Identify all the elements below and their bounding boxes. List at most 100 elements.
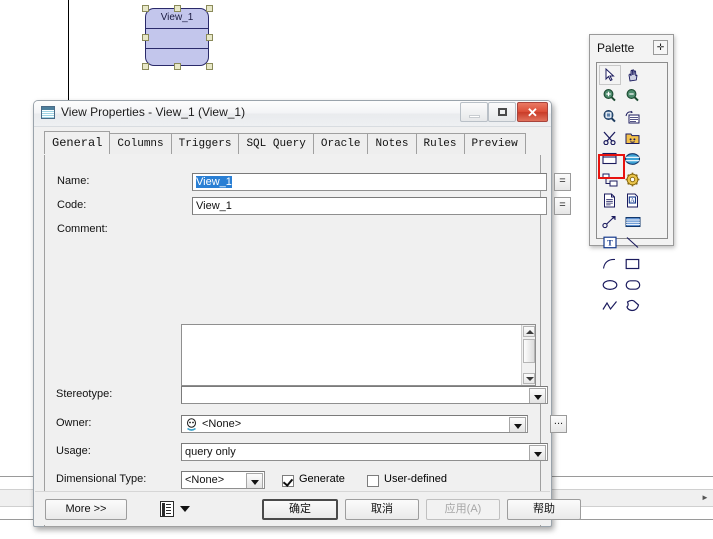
dialog-titlebar[interactable]: View Properties - View_1 (View_1) ✕ <box>34 101 551 127</box>
scroll-down-arrow-icon[interactable] <box>523 373 535 384</box>
stereotype-combo[interactable] <box>181 386 548 404</box>
selection-handle[interactable] <box>142 34 149 41</box>
procedure-gear-tool-icon[interactable] <box>621 169 644 190</box>
polyline-tool-icon[interactable] <box>598 295 621 316</box>
svg-text:A: A <box>630 198 635 204</box>
help-button[interactable]: 帮助 <box>507 499 581 520</box>
owner-browse-button[interactable]: ... <box>550 415 567 433</box>
comment-textarea[interactable] <box>181 324 536 386</box>
reference-tool-icon[interactable] <box>598 169 621 190</box>
usage-combo[interactable]: query only <box>181 443 548 461</box>
rounded-rect-tool-icon[interactable] <box>621 274 644 295</box>
view-symbol-view_1[interactable]: View_1 <box>145 8 209 66</box>
tab-general[interactable]: General <box>44 131 111 154</box>
apply-button: 应用(A) <box>426 499 500 520</box>
comment-label: Comment: <box>57 223 108 235</box>
list-menu-icon[interactable] <box>160 501 174 517</box>
field-row-stereotype: Stereotype: <box>56 386 548 404</box>
palette-title: Palette <box>597 41 635 55</box>
pointer-tool-icon[interactable] <box>598 64 621 85</box>
more-button[interactable]: More >> <box>45 499 127 520</box>
name-label: Name: <box>57 175 90 187</box>
dialog-tabstrip[interactable]: General Columns Triggers SQL Query Oracl… <box>44 131 541 155</box>
zoom-out-tool-icon[interactable] <box>621 85 644 106</box>
note-tool-icon[interactable]: A <box>621 190 644 211</box>
user-defined-label: User-defined <box>384 473 447 485</box>
selection-handle[interactable] <box>174 5 181 12</box>
arc-tool-icon[interactable] <box>598 253 621 274</box>
tab-preview[interactable]: Preview <box>463 133 526 154</box>
dimensional-type-label: Dimensional Type: <box>56 473 147 485</box>
owner-chevron-down-icon[interactable] <box>509 417 526 432</box>
tab-columns[interactable]: Columns <box>109 133 172 154</box>
zoom-fit-tool-icon[interactable] <box>598 106 621 127</box>
name-equals-button[interactable]: = <box>554 173 571 191</box>
dimensional-type-combo[interactable]: <None> <box>181 471 265 489</box>
selection-handle[interactable] <box>206 34 213 41</box>
palette-panel[interactable]: Palette ✛ A T <box>589 34 674 312</box>
view-tool-icon[interactable] <box>621 148 644 169</box>
dialog-footer: More >> 确定 取消 应用(A) 帮助 <box>35 491 581 525</box>
code-label: Code: <box>57 199 87 211</box>
usage-chevron-down-icon[interactable] <box>529 445 546 460</box>
file-tool-icon[interactable] <box>598 190 621 211</box>
zoom-in-tool-icon[interactable] <box>598 85 621 106</box>
owner-combo[interactable]: <None> <box>181 415 528 433</box>
palette-tool-grid[interactable]: A T <box>596 62 668 312</box>
dimensional-type-chevron-down-icon[interactable] <box>246 473 263 488</box>
package-tool-icon[interactable] <box>621 127 644 148</box>
view-table-icon <box>41 106 55 119</box>
tab-oracle[interactable]: Oracle <box>312 133 369 154</box>
tab-triggers[interactable]: Triggers <box>170 133 240 154</box>
stereotype-label: Stereotype: <box>56 388 113 400</box>
cancel-button[interactable]: 取消 <box>345 499 419 520</box>
selection-handle[interactable] <box>174 63 181 70</box>
selection-handle[interactable] <box>206 5 213 12</box>
field-row-dimensional-type: Dimensional Type: <None> Generate User-d… <box>56 471 541 489</box>
user-defined-checkbox[interactable] <box>367 475 379 487</box>
name-input-value: View_1 <box>196 176 232 188</box>
view-properties-dialog[interactable]: View Properties - View_1 (View_1) ✕ Gene… <box>33 100 581 527</box>
name-input[interactable]: View_1 <box>192 173 547 191</box>
cut-tool-icon[interactable] <box>598 127 621 148</box>
owner-label: Owner: <box>56 417 92 429</box>
list-tool-icon[interactable] <box>621 211 644 232</box>
link-tool-icon[interactable] <box>598 211 621 232</box>
dialog-title: View Properties - View_1 (View_1) <box>61 105 246 119</box>
selection-handle[interactable] <box>142 5 149 12</box>
menu-chevron-down-icon[interactable] <box>180 506 190 512</box>
text-tool-icon[interactable]: T <box>598 232 621 253</box>
tab-rules[interactable]: Rules <box>415 133 465 154</box>
rectangle-tool-icon[interactable] <box>621 253 644 274</box>
field-row-comment: Comment: <box>57 221 530 239</box>
code-input[interactable]: View_1 <box>192 197 547 215</box>
scroll-up-arrow-icon[interactable] <box>523 326 535 337</box>
tab-notes[interactable]: Notes <box>367 133 417 154</box>
owner-value: <None> <box>202 418 242 430</box>
connector-line <box>68 0 69 101</box>
comment-scrollbar[interactable] <box>521 325 535 385</box>
selection-handle[interactable] <box>142 63 149 70</box>
minimize-button[interactable] <box>460 102 488 122</box>
grabber-hand-tool-icon[interactable] <box>621 64 644 85</box>
code-equals-button[interactable]: = <box>554 197 571 215</box>
generate-checkbox[interactable] <box>282 475 294 487</box>
field-row-owner: Owner: <None> ... <box>56 415 567 433</box>
ok-button[interactable]: 确定 <box>262 499 338 520</box>
field-row-usage: Usage: query only <box>56 443 548 461</box>
polygon-tool-icon[interactable] <box>621 295 644 316</box>
table-tool-icon[interactable] <box>598 148 621 169</box>
user-owner-icon <box>187 418 196 431</box>
palette-close-icon[interactable]: ✛ <box>653 40 668 55</box>
line-tool-icon[interactable] <box>621 232 644 253</box>
ellipse-tool-icon[interactable] <box>598 274 621 295</box>
tab-sql-query[interactable]: SQL Query <box>238 133 314 154</box>
close-button[interactable]: ✕ <box>517 102 548 122</box>
selection-handle[interactable] <box>206 63 213 70</box>
scroll-right-arrow-icon[interactable]: ► <box>701 493 710 502</box>
maximize-restore-button[interactable] <box>488 102 516 122</box>
scrollbar-thumb[interactable] <box>523 339 535 363</box>
view-symbol-label: View_1 <box>146 9 208 29</box>
stereotype-chevron-down-icon[interactable] <box>529 388 546 403</box>
properties-tool-icon[interactable] <box>621 106 644 127</box>
